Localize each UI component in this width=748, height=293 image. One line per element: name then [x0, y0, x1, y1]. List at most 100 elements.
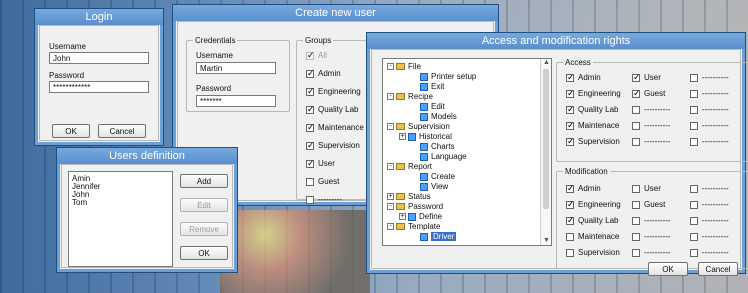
group-checkbox[interactable]: [306, 158, 315, 169]
rights-checkbox[interactable]: [566, 104, 575, 115]
group-checkbox-label: Maintenance: [318, 123, 364, 132]
collapse-icon[interactable]: -: [387, 203, 394, 211]
tree-node[interactable]: + Define: [399, 212, 442, 222]
rights-checkbox[interactable]: [566, 136, 575, 147]
users-add-button[interactable]: Add: [180, 174, 228, 188]
rights-checkbox-label: Admin: [578, 73, 601, 82]
users-remove-button[interactable]: Remove: [180, 222, 228, 236]
group-checkbox[interactable]: [306, 122, 315, 133]
group-checkbox[interactable]: [306, 104, 315, 115]
rights-checkbox[interactable]: [566, 233, 574, 241]
users-listbox[interactable]: Amin Jennifer John Tom: [68, 171, 173, 267]
rights-checkbox[interactable]: [632, 217, 640, 225]
group-checkbox[interactable]: [306, 140, 315, 151]
rights-checkbox[interactable]: [690, 185, 698, 193]
rights-ok-button[interactable]: OK: [648, 262, 688, 276]
tree-node-label: Define: [419, 212, 443, 221]
users-edit-button[interactable]: Edit: [180, 198, 228, 212]
rights-checkbox[interactable]: [566, 88, 575, 99]
tree-scrollbar[interactable]: ▲ ▼: [540, 59, 551, 245]
tree-node[interactable]: Language: [411, 152, 467, 162]
rights-checkbox[interactable]: [690, 201, 698, 209]
rights-checkbox[interactable]: [566, 199, 575, 210]
expand-icon[interactable]: +: [387, 193, 394, 201]
tree-node[interactable]: - File: [387, 62, 421, 72]
rights-checkbox[interactable]: [566, 120, 575, 131]
rights-checkbox[interactable]: [632, 106, 640, 114]
rights-checkbox-label: ----------: [702, 184, 729, 193]
collapse-icon[interactable]: -: [387, 123, 394, 131]
rights-checkbox[interactable]: [566, 72, 575, 83]
rights-checkbox[interactable]: [690, 217, 698, 225]
tree-node[interactable]: - Supervision: [387, 122, 450, 132]
tree-node[interactable]: Exit: [411, 82, 444, 92]
group-checkbox[interactable]: [306, 50, 315, 61]
users-ok-button[interactable]: OK: [180, 246, 228, 260]
tree-node[interactable]: Printer setup: [411, 72, 476, 82]
rights-checkbox[interactable]: [690, 74, 698, 82]
rights-checkbox[interactable]: [690, 249, 698, 257]
rights-checkbox-label: ----------: [644, 137, 671, 146]
document-icon: [420, 232, 428, 241]
tree-node[interactable]: - Password: [387, 202, 443, 212]
rights-cancel-button[interactable]: Cancel: [698, 262, 738, 276]
rights-checkbox-label: ----------: [702, 200, 729, 209]
rights-checkbox[interactable]: [632, 72, 641, 83]
group-checkbox[interactable]: [306, 178, 314, 186]
tree-node-label: Historical: [419, 132, 452, 141]
menu-tree[interactable]: - File Printer setup Exit - Recipe Edit Models -…: [382, 58, 552, 246]
tree-node[interactable]: Driver: [411, 232, 457, 242]
collapse-icon[interactable]: -: [387, 223, 394, 231]
rights-checkbox[interactable]: [566, 215, 575, 226]
tree-node[interactable]: Edit: [411, 102, 445, 112]
tree-node-label: View: [431, 182, 449, 191]
rights-checkbox[interactable]: [632, 249, 640, 257]
rights-checkbox[interactable]: [632, 122, 640, 130]
password-field[interactable]: ************: [49, 81, 149, 93]
rights-checkbox[interactable]: [632, 233, 640, 241]
rights-checkbox[interactable]: [690, 122, 698, 130]
collapse-icon[interactable]: -: [387, 93, 394, 101]
group-checkbox[interactable]: [306, 68, 315, 79]
rights-checkbox[interactable]: [690, 233, 698, 241]
login-ok-button[interactable]: OK: [52, 124, 90, 138]
new-password-field[interactable]: *******: [196, 95, 276, 107]
tree-node[interactable]: - Recipe: [387, 92, 433, 102]
users-definition-content: Amin Jennifer John Tom Add Edit Remove OK: [61, 164, 233, 268]
tree-node[interactable]: - Template: [387, 222, 440, 232]
scroll-up-icon[interactable]: ▲: [543, 59, 550, 67]
user-list-item[interactable]: Tom: [72, 199, 87, 207]
rights-checkbox[interactable]: [632, 88, 641, 99]
username-field[interactable]: John: [49, 52, 149, 64]
tree-node[interactable]: Create: [411, 172, 455, 182]
password-label: Password: [49, 71, 85, 80]
login-cancel-button[interactable]: Cancel: [98, 124, 146, 138]
new-username-field[interactable]: Martin: [196, 62, 276, 74]
scroll-thumb[interactable]: [543, 69, 549, 209]
tree-node-label: Status: [408, 192, 431, 201]
tree-node[interactable]: + Historical: [399, 132, 452, 142]
rights-checkbox[interactable]: [690, 138, 698, 146]
tree-node[interactable]: Models: [411, 112, 457, 122]
rights-checkbox[interactable]: [566, 249, 574, 257]
rights-checkbox[interactable]: [632, 138, 640, 146]
rights-checkbox[interactable]: [690, 106, 698, 114]
collapse-icon[interactable]: -: [387, 63, 394, 71]
rights-checkbox-label: ----------: [702, 137, 729, 146]
rights-checkbox[interactable]: [690, 90, 698, 98]
tree-node[interactable]: - Report: [387, 162, 432, 172]
rights-checkbox[interactable]: [632, 201, 640, 209]
tree-node[interactable]: View: [411, 182, 448, 192]
rights-checkbox[interactable]: [566, 183, 575, 194]
rights-checkbox[interactable]: [632, 185, 640, 193]
collapse-icon[interactable]: -: [387, 163, 394, 171]
tree-node[interactable]: Charts: [411, 142, 455, 152]
rights-checkbox-label: ----------: [702, 73, 729, 82]
scroll-down-icon[interactable]: ▼: [543, 237, 550, 245]
group-checkbox[interactable]: [306, 86, 315, 97]
tree-node[interactable]: + Status: [387, 192, 431, 202]
expand-icon[interactable]: +: [399, 133, 406, 141]
group-checkbox[interactable]: [306, 196, 314, 204]
document-icon: [420, 182, 428, 191]
expand-icon[interactable]: +: [399, 213, 406, 221]
